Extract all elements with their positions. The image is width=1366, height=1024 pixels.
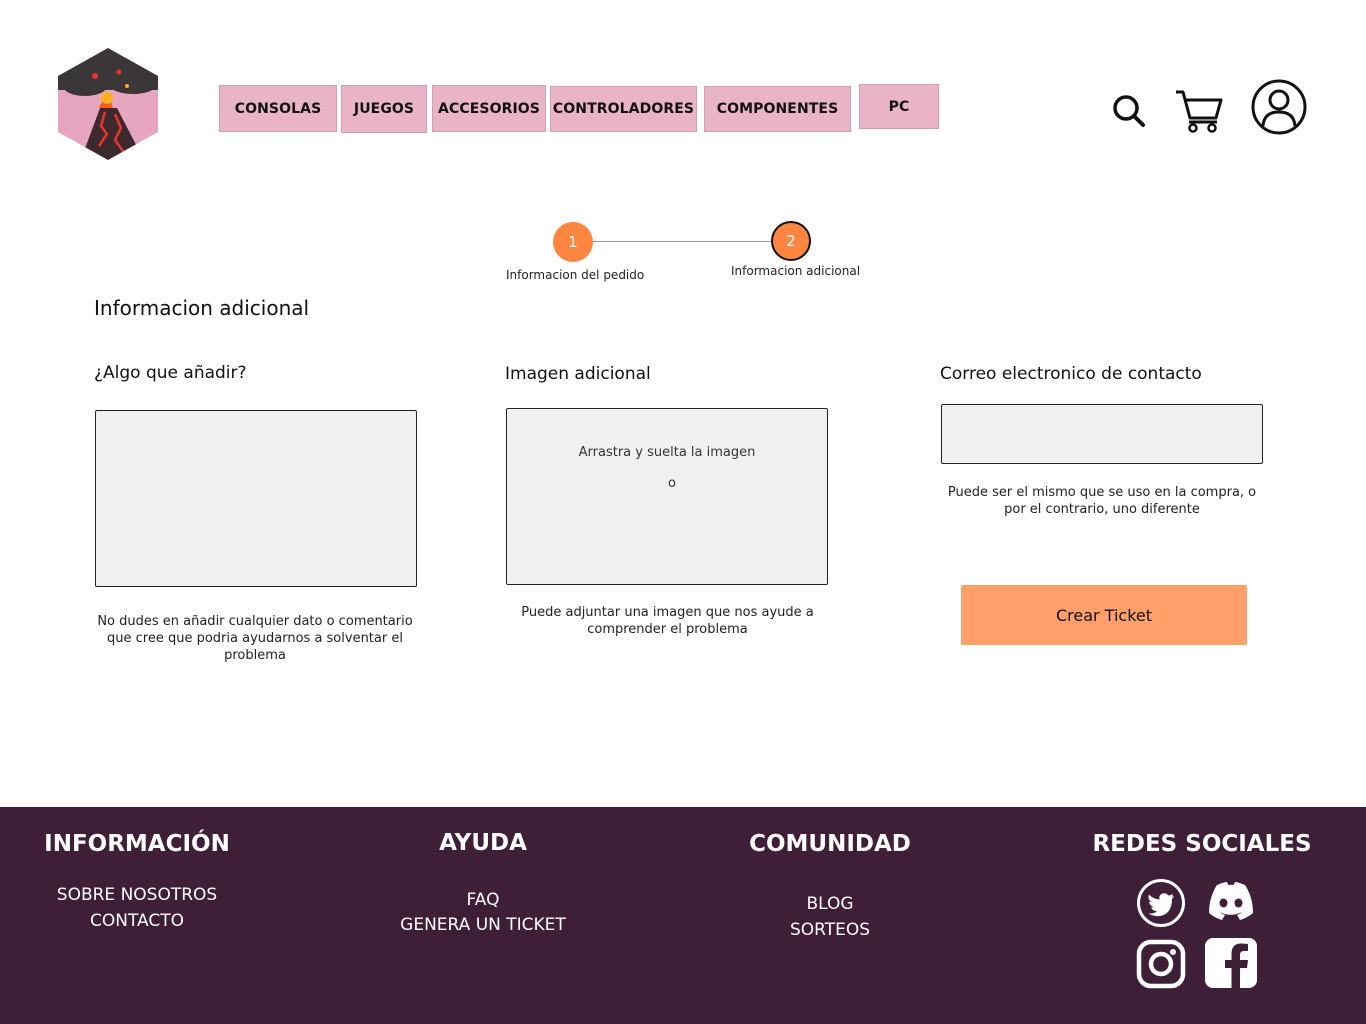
user-icon[interactable] <box>1250 78 1308 136</box>
comment-label: ¿Algo que añadir? <box>94 363 247 383</box>
dropzone-text: Arrastra y suelta la imagen <box>578 445 756 460</box>
step-1-circle: 1 <box>553 222 593 262</box>
footer-redes-title: REDES SOCIALES <box>1092 831 1312 857</box>
logo[interactable] <box>55 46 161 162</box>
email-field[interactable] <box>941 404 1263 464</box>
image-dropzone[interactable]: Arrastra y suelta la imagen o <box>506 408 828 585</box>
nav-consolas[interactable]: CONSOLAS <box>219 85 337 132</box>
footer-link-sobre-nosotros[interactable]: SOBRE NOSOTROS <box>0 885 274 905</box>
discord-icon[interactable] <box>1203 879 1259 923</box>
dropzone-or-text: o <box>668 476 676 491</box>
nav-accesorios[interactable]: ACCESORIOS <box>432 85 546 132</box>
step-2-circle: 2 <box>771 221 811 261</box>
footer-informacion-title: INFORMACIÓN <box>44 831 230 857</box>
image-help: Puede adjuntar una imagen que nos ayude … <box>521 605 814 637</box>
footer-link-faq[interactable]: FAQ <box>353 890 613 910</box>
footer-comunidad-title: COMUNIDAD <box>749 831 911 857</box>
page-title: Informacion adicional <box>94 296 310 320</box>
facebook-icon[interactable] <box>1204 937 1258 989</box>
step-2-label: Informacion adicional <box>731 264 861 278</box>
comment-help: No dudes en añadir cualquier dato o come… <box>97 614 413 663</box>
comment-textarea[interactable] <box>95 410 417 587</box>
nav-juegos[interactable]: JUEGOS <box>341 85 427 133</box>
twitter-icon[interactable] <box>1136 878 1186 928</box>
step-1-label: Informacion del pedido <box>506 268 645 282</box>
stepper-line <box>592 241 772 242</box>
email-label: Correo electronico de contacto <box>940 364 1202 384</box>
nav-controladores[interactable]: CONTROLADORES <box>550 86 697 132</box>
create-ticket-button[interactable]: Crear Ticket <box>961 585 1247 645</box>
nav-componentes[interactable]: COMPONENTES <box>704 86 851 132</box>
footer-link-contacto[interactable]: CONTACTO <box>0 911 274 931</box>
footer-link-genera-ticket[interactable]: GENERA UN TICKET <box>353 915 613 935</box>
cart-icon[interactable] <box>1174 88 1224 134</box>
instagram-icon[interactable] <box>1136 939 1186 989</box>
nav-pc[interactable]: PC <box>859 84 939 129</box>
footer-ayuda-title: AYUDA <box>439 830 527 856</box>
image-label: Imagen adicional <box>505 364 651 384</box>
search-icon[interactable] <box>1110 92 1146 128</box>
footer: INFORMACIÓN SOBRE NOSOTROS CONTACTO AYUD… <box>0 807 1366 1024</box>
email-help: Puede ser el mismo que se uso en la comp… <box>947 485 1257 517</box>
footer-link-sorteos[interactable]: SORTEOS <box>700 920 960 940</box>
footer-link-blog[interactable]: BLOG <box>700 894 960 914</box>
